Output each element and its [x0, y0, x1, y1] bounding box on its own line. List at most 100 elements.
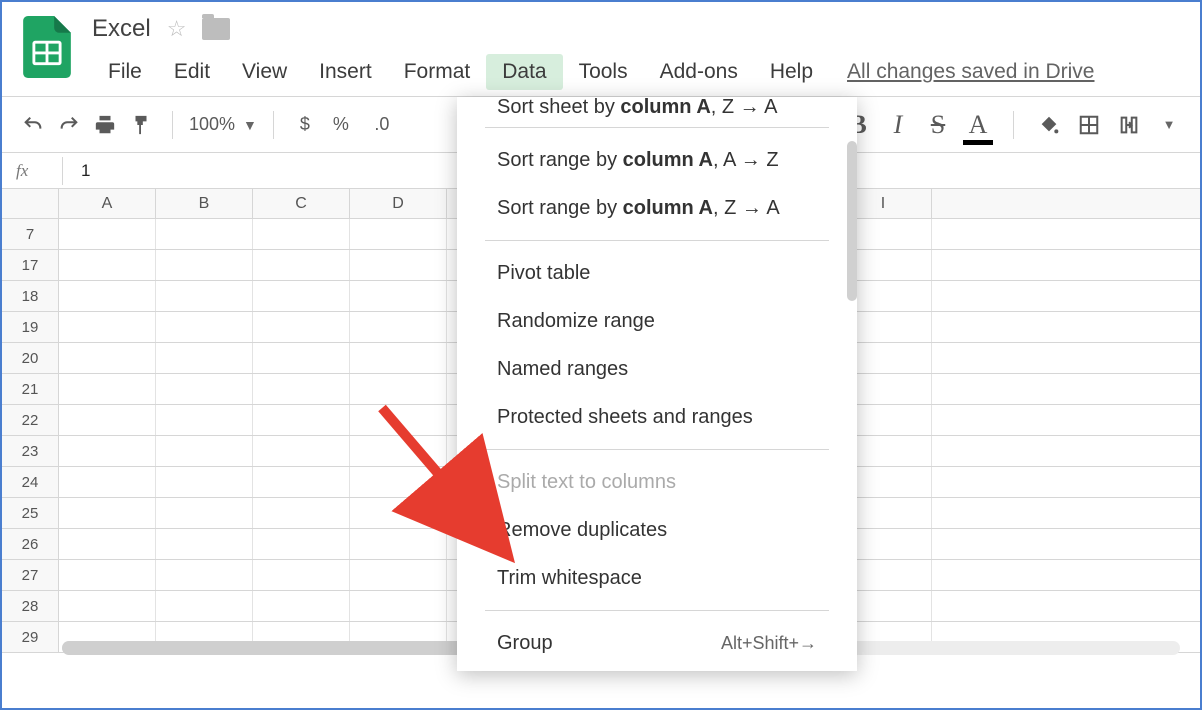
cell[interactable] [253, 591, 350, 621]
fill-color-button[interactable] [1034, 110, 1064, 140]
row-header[interactable]: 26 [2, 529, 59, 559]
menu-format[interactable]: Format [388, 54, 487, 90]
cell[interactable] [59, 312, 156, 342]
cell[interactable] [350, 312, 447, 342]
column-header[interactable]: A [59, 189, 156, 218]
menu-item[interactable]: Named ranges [457, 345, 857, 393]
row-header[interactable]: 22 [2, 405, 59, 435]
menu-item[interactable]: Sort range by column A, A → Z [457, 136, 857, 184]
cell[interactable] [350, 219, 447, 249]
row-header[interactable]: 20 [2, 343, 59, 373]
menu-edit[interactable]: Edit [158, 54, 226, 90]
cell[interactable] [59, 529, 156, 559]
redo-button[interactable] [54, 110, 84, 140]
cell[interactable] [350, 436, 447, 466]
menu-item[interactable]: Randomize range [457, 297, 857, 345]
cell[interactable] [59, 498, 156, 528]
row-header[interactable]: 23 [2, 436, 59, 466]
cell[interactable] [59, 281, 156, 311]
menu-addons[interactable]: Add-ons [644, 54, 754, 90]
cell[interactable] [156, 591, 253, 621]
cell[interactable] [59, 374, 156, 404]
menu-item[interactable]: Sort range by column A, Z → A [457, 184, 857, 232]
cell[interactable] [156, 281, 253, 311]
cell[interactable] [253, 312, 350, 342]
decrease-decimal-button[interactable]: .0 [362, 110, 402, 140]
menu-tools[interactable]: Tools [563, 54, 644, 90]
cell[interactable] [59, 219, 156, 249]
cell[interactable] [253, 281, 350, 311]
italic-button[interactable]: I [883, 110, 913, 140]
cell[interactable] [350, 560, 447, 590]
text-color-button[interactable]: A [963, 110, 993, 140]
cell[interactable] [253, 219, 350, 249]
cell[interactable] [156, 312, 253, 342]
row-header[interactable]: 17 [2, 250, 59, 280]
menu-item[interactable]: Protected sheets and ranges [457, 393, 857, 441]
document-title[interactable]: Excel [92, 15, 151, 43]
row-header[interactable]: 28 [2, 591, 59, 621]
cell[interactable] [156, 436, 253, 466]
cell[interactable] [253, 374, 350, 404]
menu-insert[interactable]: Insert [303, 54, 388, 90]
cell[interactable] [253, 529, 350, 559]
dropdown-scrollbar[interactable] [847, 141, 857, 301]
row-header[interactable]: 19 [2, 312, 59, 342]
row-header[interactable]: 29 [2, 622, 59, 652]
paint-format-button[interactable] [126, 110, 156, 140]
cell[interactable] [253, 405, 350, 435]
cell[interactable] [156, 498, 253, 528]
cell[interactable] [350, 281, 447, 311]
cell[interactable] [253, 560, 350, 590]
cell[interactable] [350, 374, 447, 404]
cell[interactable] [253, 498, 350, 528]
cell[interactable] [156, 560, 253, 590]
row-header[interactable]: 21 [2, 374, 59, 404]
cell[interactable] [156, 219, 253, 249]
menu-data[interactable]: Data [486, 54, 562, 90]
cell[interactable] [59, 343, 156, 373]
column-header[interactable]: D [350, 189, 447, 218]
menu-item[interactable]: Remove duplicates [457, 506, 857, 554]
chevron-down-icon[interactable]: ▼ [1154, 110, 1184, 140]
print-button[interactable] [90, 110, 120, 140]
select-all-corner[interactable] [2, 189, 59, 218]
row-header[interactable]: 27 [2, 560, 59, 590]
format-currency-button[interactable]: $ [290, 110, 320, 140]
column-header[interactable]: C [253, 189, 350, 218]
menu-view[interactable]: View [226, 54, 303, 90]
row-header[interactable]: 7 [2, 219, 59, 249]
cell[interactable] [59, 560, 156, 590]
merge-cells-button[interactable] [1114, 110, 1144, 140]
format-percent-button[interactable]: % [326, 110, 356, 140]
cell[interactable] [253, 343, 350, 373]
cell[interactable] [350, 405, 447, 435]
cell[interactable] [350, 591, 447, 621]
cell[interactable] [156, 374, 253, 404]
menu-item[interactable]: Pivot table [457, 249, 857, 297]
row-header[interactable]: 24 [2, 467, 59, 497]
cell[interactable] [156, 405, 253, 435]
zoom-selector[interactable]: 100%▼ [189, 114, 257, 135]
cell[interactable] [59, 436, 156, 466]
cell[interactable] [156, 250, 253, 280]
cell[interactable] [350, 498, 447, 528]
row-header[interactable]: 18 [2, 281, 59, 311]
strikethrough-button[interactable]: S [923, 110, 953, 140]
cell[interactable] [350, 250, 447, 280]
borders-button[interactable] [1074, 110, 1104, 140]
cell[interactable] [253, 467, 350, 497]
cell[interactable] [156, 467, 253, 497]
undo-button[interactable] [18, 110, 48, 140]
cell[interactable] [350, 343, 447, 373]
cell[interactable] [59, 591, 156, 621]
star-icon[interactable]: ☆ [167, 16, 187, 42]
cell[interactable] [253, 250, 350, 280]
cell[interactable] [156, 529, 253, 559]
menu-item[interactable]: GroupAlt+Shift+→ [457, 619, 857, 667]
cell[interactable] [59, 250, 156, 280]
folder-icon[interactable] [202, 18, 230, 40]
cell[interactable] [156, 343, 253, 373]
drive-status[interactable]: All changes saved in Drive [847, 54, 1094, 90]
cell[interactable] [350, 529, 447, 559]
